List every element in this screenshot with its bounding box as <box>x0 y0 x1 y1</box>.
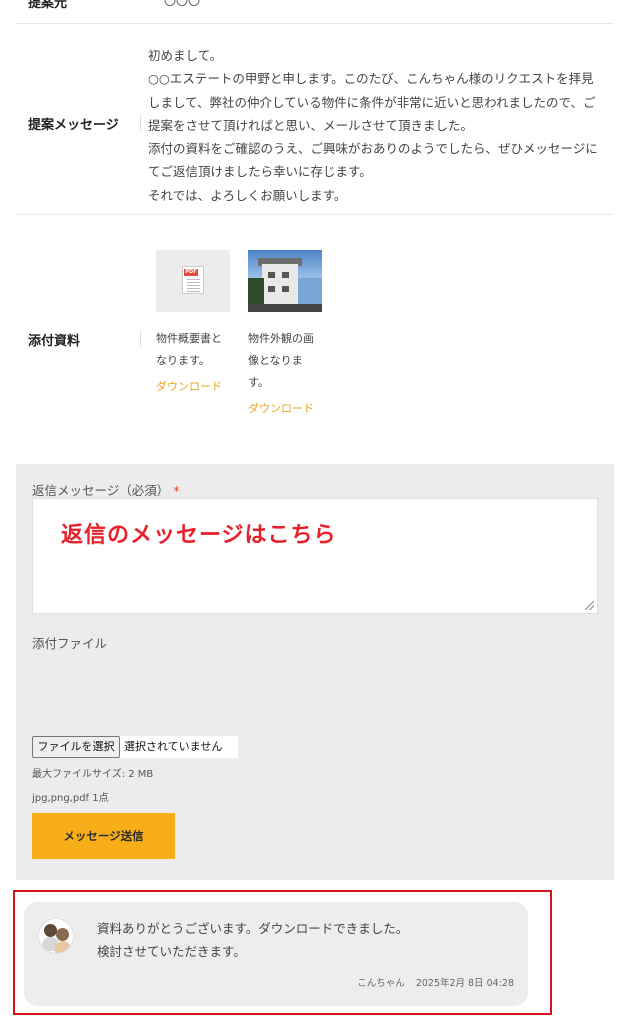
caption-line: 物件外観の画 <box>248 332 314 345</box>
attachment-item-pdf: PDF 物件概要書と なります。 ダウンロード <box>156 250 236 394</box>
message-line: 添付の資料をご確認のうえ、ご興味がおありのようでしたら、ぜひメッセージに <box>148 141 598 157</box>
reply-message-bubble: 資料ありがとうございます。ダウンロードできました。 検討させていただきます。 こ… <box>24 902 528 1006</box>
proposer-label: 提案元 <box>28 0 68 11</box>
house-photo-thumbnail[interactable] <box>248 250 322 312</box>
row-divider <box>140 331 141 347</box>
message-line: しまして、弊社の仲介している物件に条件が非常に近いと思われましたので、ご <box>148 94 596 110</box>
proposal-message-label: 提案メッセージ <box>28 118 119 133</box>
message-author: こんちゃん <box>357 978 405 989</box>
proposal-message-row: 提案メッセージ 初めまして。 ○○エステートの甲野と申します。このたび、こんちゃ… <box>16 24 614 215</box>
reply-form: 返信メッセージ（必須） * 返信のメッセージはこちら 添付ファイル ファイルを選… <box>16 464 614 880</box>
avatar <box>38 918 74 954</box>
caption-line: なります。 <box>156 354 210 367</box>
download-link[interactable]: ダウンロード <box>248 400 328 416</box>
message-line: ○○エステートの甲野と申します。このたび、こんちゃん様のリクエストを拝見 <box>148 71 594 87</box>
download-link[interactable]: ダウンロード <box>156 378 236 394</box>
reply-label-text: 返信メッセージ（必須） <box>32 483 170 498</box>
attachment-file-label: 添付ファイル <box>32 636 108 651</box>
proposal-message-text: 初めまして。 ○○エステートの甲野と申します。このたび、こんちゃん様のリクエスト… <box>148 44 606 207</box>
file-status: 選択されていません <box>124 740 223 753</box>
message-line: 提案をさせて頂ければと思い、メールさせて頂きました。 <box>148 117 474 133</box>
reply-placeholder: 返信のメッセージはこちら <box>61 523 337 548</box>
caption-line: 像となりま <box>248 354 303 367</box>
row-divider <box>140 115 141 131</box>
attachment-caption: 物件外観の画 像となりま す。 <box>248 328 328 394</box>
required-mark: * <box>173 483 180 498</box>
message-line: それでは、よろしくお願いします。 <box>148 187 347 203</box>
caption-line: 物件概要書と <box>156 332 222 345</box>
pdf-file-icon: PDF <box>182 266 204 294</box>
reply-message-textarea[interactable]: 返信のメッセージはこちら <box>32 498 598 614</box>
reply-line: 検討させていただきます。 <box>97 944 246 959</box>
message-line: てご返信頂けましたら幸いに存じます。 <box>148 164 372 180</box>
message-line: 初めまして。 <box>148 48 223 63</box>
reply-message-text: 資料ありがとうございます。ダウンロードできました。 検討させていただきます。 <box>97 917 408 963</box>
reply-label: 返信メッセージ（必須） * <box>32 480 180 499</box>
message-meta: こんちゃん 2025年2月 8日 04:28 <box>357 975 514 989</box>
file-input[interactable]: ファイルを選択 選択されていません <box>32 736 238 758</box>
attachment-item-photo: 物件外観の画 像となりま す。 ダウンロード <box>248 250 328 416</box>
choose-file-button[interactable]: ファイルを選択 <box>32 736 120 758</box>
reply-line: 資料ありがとうございます。ダウンロードできました。 <box>97 921 409 936</box>
pdf-thumbnail[interactable]: PDF <box>156 250 230 312</box>
house-photo <box>248 250 322 312</box>
proposer-row: 提案元 〇〇〇 <box>16 0 614 24</box>
caption-line: す。 <box>248 376 269 389</box>
max-file-size-note: 最大ファイルサイズ: 2 MB <box>32 769 154 780</box>
resize-grip-icon[interactable] <box>585 601 594 610</box>
send-message-button[interactable]: メッセージ送信 <box>32 813 175 859</box>
attachments-row: 添付資料 PDF 物件概要書と なります。 ダウンロード 物件外観の画 像となり… <box>16 215 614 450</box>
file-types-note: jpg,png,pdf 1点 <box>32 793 109 804</box>
attachments-label: 添付資料 <box>28 334 81 349</box>
proposer-value: 〇〇〇 <box>164 0 201 8</box>
attachment-caption: 物件概要書と なります。 <box>156 328 236 372</box>
message-timestamp: 2025年2月 8日 04:28 <box>415 978 514 989</box>
